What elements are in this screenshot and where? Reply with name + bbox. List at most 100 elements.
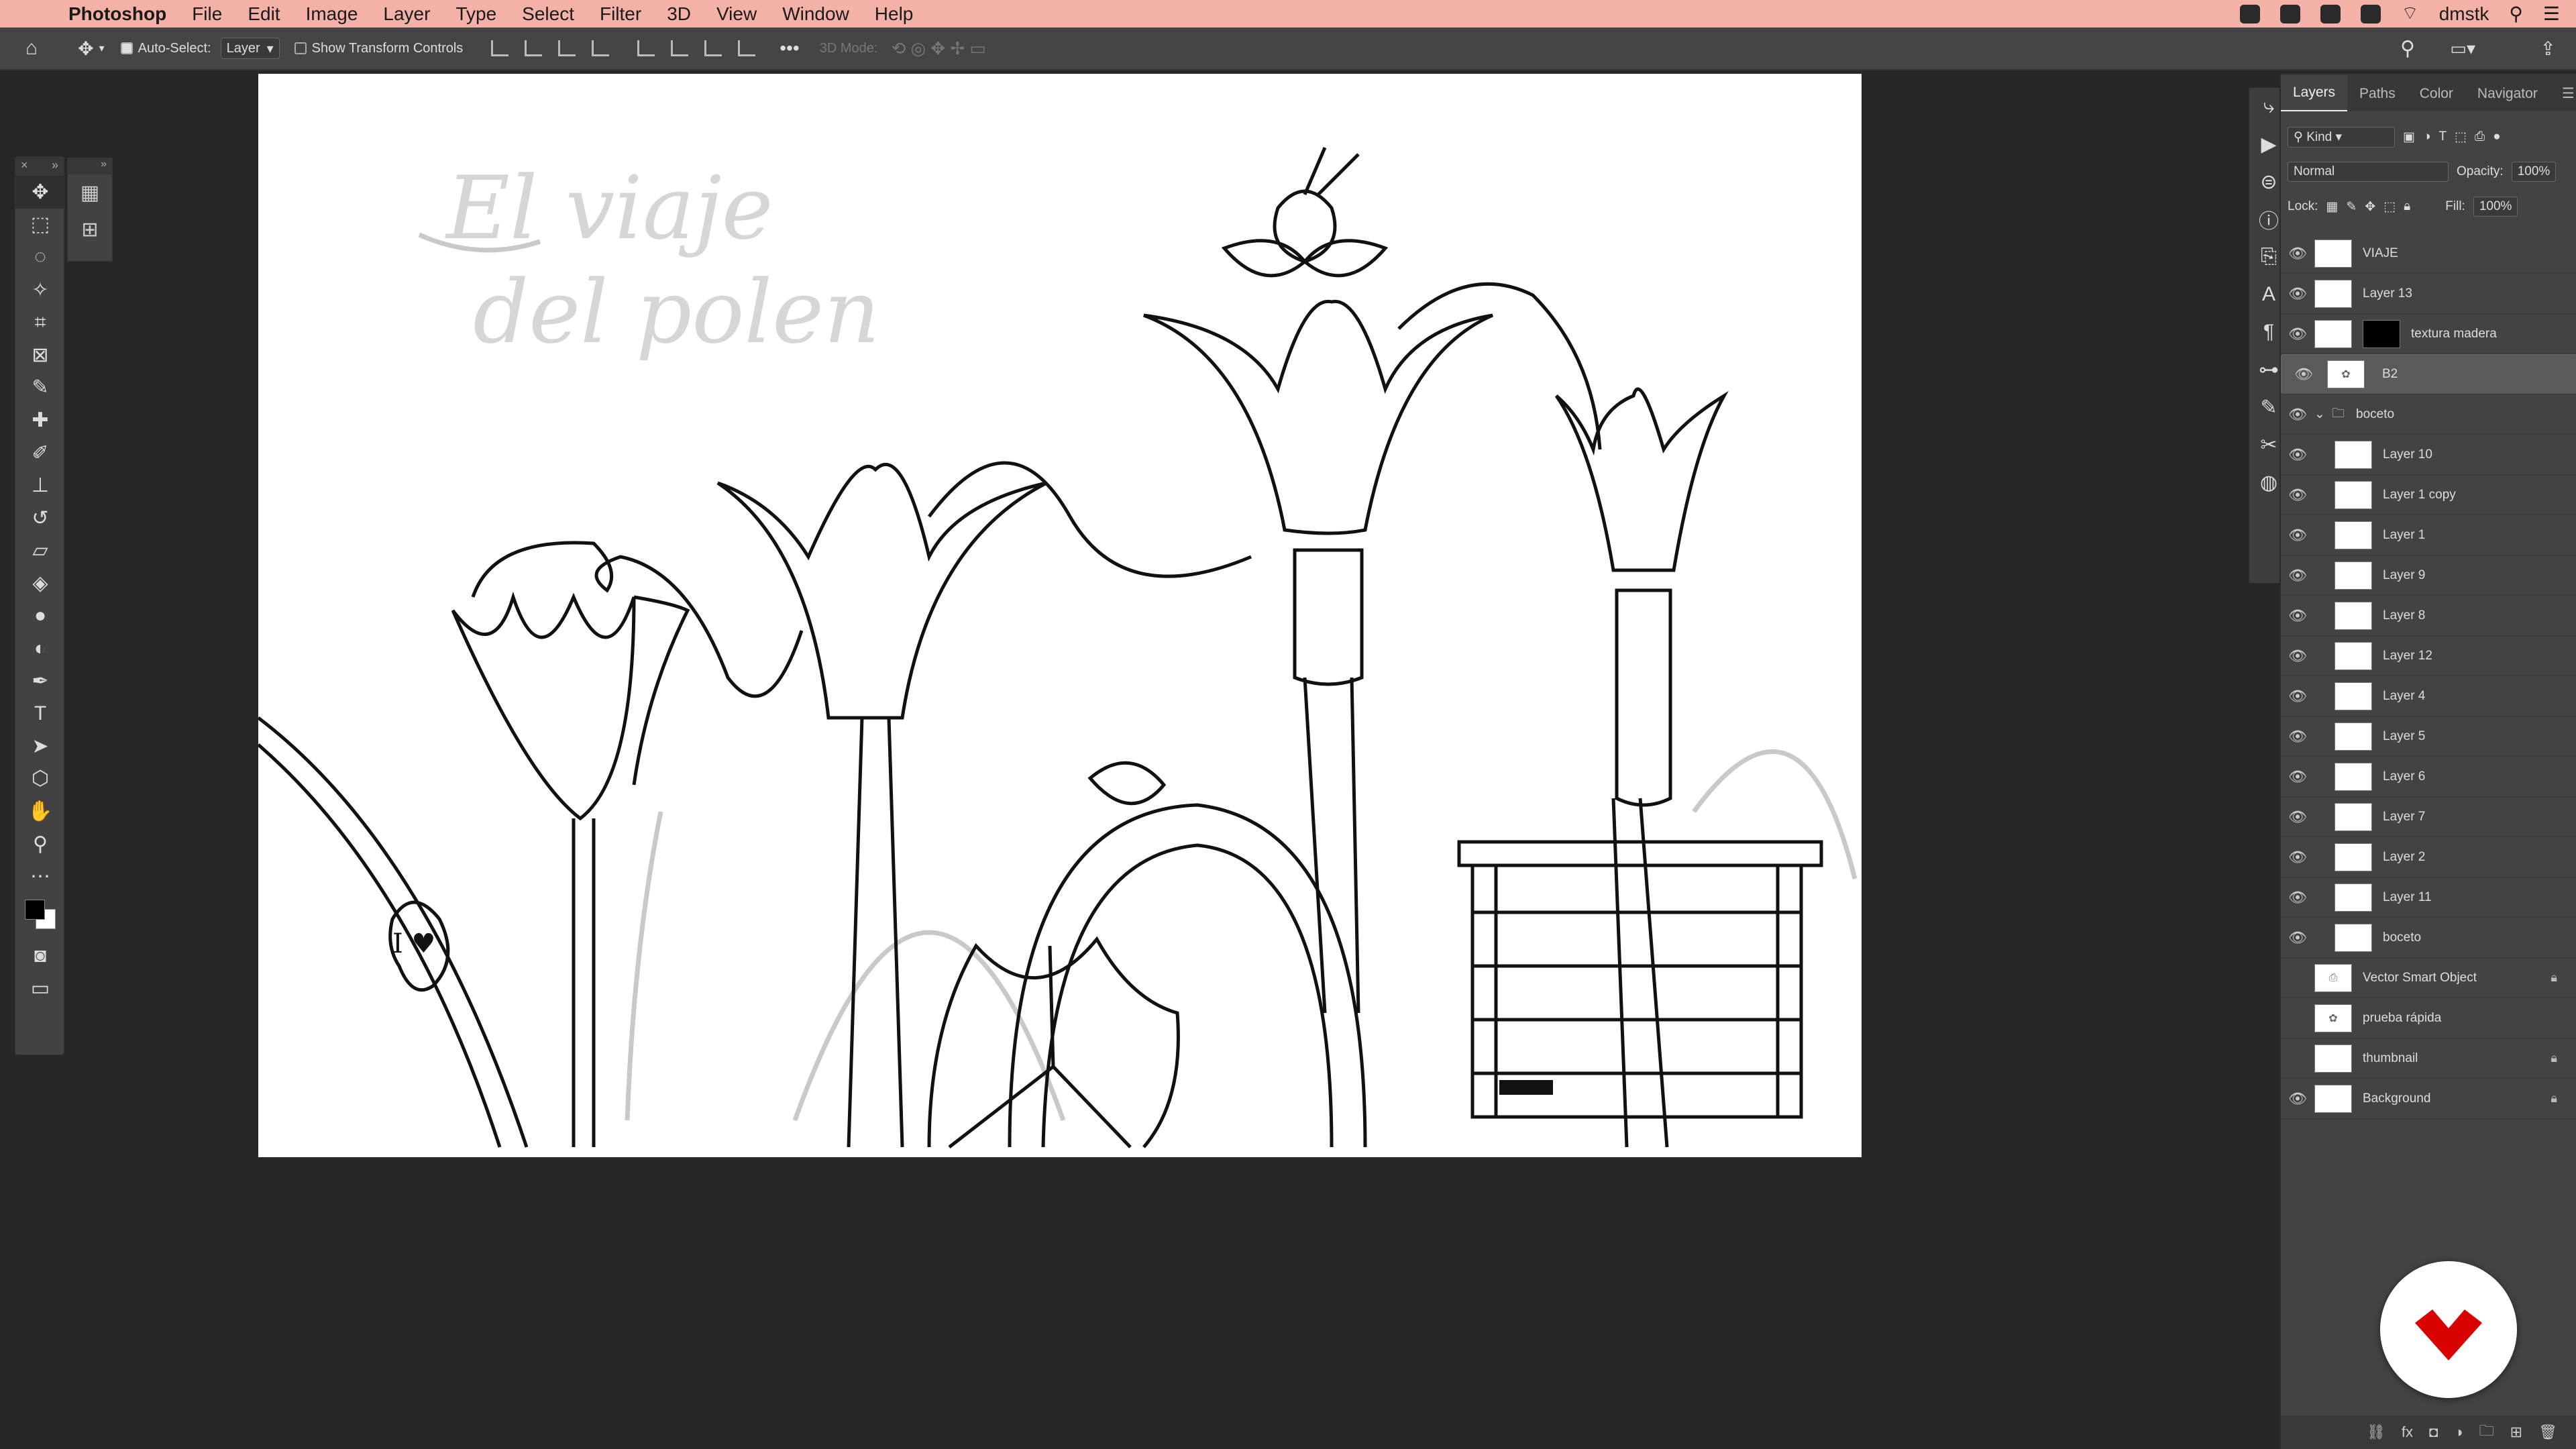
collapse-icon[interactable]: »	[68, 158, 112, 174]
align-top-icon[interactable]	[637, 40, 655, 56]
tools-panel-header[interactable]: ×»	[15, 157, 64, 176]
status-app-icon[interactable]	[2361, 4, 2381, 23]
status-app-icon[interactable]	[2240, 4, 2261, 23]
menu-edit[interactable]: Edit	[248, 3, 280, 25]
paint-bucket-tool[interactable]: ◈	[15, 567, 65, 600]
menu-view[interactable]: View	[716, 3, 757, 25]
layer-row[interactable]: 👁︎ Layer 11	[2281, 877, 2576, 918]
blend-mode-dropdown[interactable]: Normal	[2288, 162, 2449, 182]
magic-wand-tool[interactable]: ✧	[15, 274, 65, 307]
crop-tool[interactable]: ⌗	[15, 306, 65, 339]
menu-file[interactable]: File	[192, 3, 222, 25]
layer-row[interactable]: 👁︎ Layer 1 copy	[2281, 475, 2576, 515]
pen-tool[interactable]: ✒	[15, 665, 65, 698]
eraser-tool[interactable]: ▱	[15, 535, 65, 568]
adjustment-layer-icon[interactable]: ◑	[2454, 1424, 2463, 1441]
new-layer-icon[interactable]: ⊞	[2510, 1424, 2522, 1441]
wifi-icon[interactable]: ⌔	[2401, 2, 2418, 25]
marquee-tool[interactable]: ⬚	[15, 209, 65, 241]
layer-row[interactable]: 👁︎ Layer 7	[2281, 797, 2576, 837]
menu-select[interactable]: Select	[522, 3, 574, 25]
guides-panel-icon[interactable]: ⊞	[68, 211, 112, 248]
collapse-icon[interactable]: »	[52, 158, 58, 174]
layer-style-icon[interactable]: fx	[2402, 1424, 2413, 1441]
layer-row[interactable]: 👁︎ Layer 5	[2281, 716, 2576, 757]
screen-mode-icon[interactable]: ▭	[15, 973, 65, 1006]
filter-type-icon[interactable]: T	[2438, 129, 2447, 144]
lock-all-icon[interactable]: 🔒︎	[2404, 199, 2410, 214]
zoom-tool[interactable]: ⚲	[15, 828, 65, 861]
opacity-field[interactable]: 100%	[2511, 162, 2557, 182]
auto-select-checkbox[interactable]	[120, 42, 133, 54]
brush-tool[interactable]: ✐	[15, 437, 65, 470]
filter-shape-icon[interactable]: ⬚	[2455, 129, 2467, 145]
visibility-eye-icon[interactable]: 👁︎	[2281, 889, 2314, 906]
3d-orbit-icon[interactable]: ⟲ ◎ ✥ ✢ ▭	[891, 38, 986, 59]
menu-layer[interactable]: Layer	[383, 3, 430, 25]
visibility-eye-icon[interactable]: 👁︎	[2281, 849, 2314, 866]
layer-row[interactable]: 👁︎ textura madera	[2281, 314, 2576, 354]
history-brush-tool[interactable]: ↺	[15, 502, 65, 535]
move-tool[interactable]: ✥	[15, 176, 65, 209]
visibility-eye-icon[interactable]: 👁︎	[2281, 768, 2314, 786]
path-selection-tool[interactable]: ➤	[15, 730, 65, 763]
filter-pixel-icon[interactable]: ▣	[2403, 129, 2415, 145]
menu-help[interactable]: Help	[875, 3, 914, 25]
align-middle-icon[interactable]	[671, 40, 689, 56]
hand-tool[interactable]: ✋	[15, 795, 65, 828]
align-right-icon[interactable]	[558, 40, 576, 56]
visibility-eye-icon[interactable]: 👁︎	[2281, 728, 2314, 745]
layer-row[interactable]: 👁︎ Layer 10	[2281, 435, 2576, 475]
layer-row-selected[interactable]: 👁︎ ✿ B2	[2281, 354, 2576, 394]
lock-position-icon[interactable]: ✥	[2365, 199, 2375, 215]
visibility-eye-icon[interactable]: 👁︎	[2287, 366, 2320, 383]
chevron-down-icon[interactable]: ▾	[99, 42, 105, 55]
username[interactable]: dmstk	[2439, 3, 2489, 25]
visibility-eye-icon[interactable]: 👁︎	[2281, 486, 2314, 504]
layer-row[interactable]: 👁︎ Background 🔒︎	[2281, 1079, 2576, 1119]
type-tool[interactable]: T	[15, 698, 65, 731]
color-swatches[interactable]	[15, 893, 65, 940]
align-left-icon[interactable]	[491, 40, 509, 56]
visibility-eye-icon[interactable]: 👁︎	[2281, 929, 2314, 947]
clone-stamp-tool[interactable]: ⊥	[15, 469, 65, 502]
new-group-icon[interactable]: 🗀︎	[2479, 1419, 2494, 1445]
control-center-icon[interactable]: ☰	[2543, 3, 2560, 25]
dodge-tool[interactable]: ◐	[15, 632, 65, 665]
panel-menu-icon[interactable]: ☰	[2550, 85, 2576, 111]
document-canvas[interactable]: El viaje del polen I ♥	[258, 74, 1862, 1157]
auto-select-dropdown[interactable]: Layer ▾	[220, 38, 280, 59]
visibility-eye-icon[interactable]: 👁︎	[2281, 446, 2314, 464]
tab-layers[interactable]: Layers	[2281, 75, 2348, 111]
chevron-down-icon[interactable]: ⌄	[2314, 407, 2332, 422]
layer-row[interactable]: 👁︎ Layer 12	[2281, 636, 2576, 676]
visibility-eye-icon[interactable]: 👁︎	[2281, 527, 2314, 544]
group-row[interactable]: 👁︎ ⌄ 🗀︎ boceto	[2281, 394, 2576, 435]
tab-paths[interactable]: Paths	[2347, 86, 2408, 111]
visibility-eye-icon[interactable]: 👁︎	[2281, 325, 2314, 343]
visibility-eye-icon[interactable]: 👁︎	[2281, 647, 2314, 665]
transform-controls-checkbox[interactable]	[294, 42, 307, 54]
delete-layer-icon[interactable]: 🗑︎	[2538, 1424, 2557, 1441]
layer-row[interactable]: 👁︎ VIAJE	[2281, 233, 2576, 274]
menu-window[interactable]: Window	[782, 3, 849, 25]
visibility-eye-icon[interactable]: 👁︎	[2281, 406, 2314, 423]
menu-3d[interactable]: 3D	[667, 3, 691, 25]
menu-type[interactable]: Type	[455, 3, 496, 25]
grid-panel-icon[interactable]: ▦	[68, 174, 112, 211]
distribute-vertical-icon[interactable]	[738, 40, 756, 56]
home-icon[interactable]: ⌂	[25, 37, 38, 60]
layer-row[interactable]: 👁︎ Layer 8	[2281, 596, 2576, 636]
workspace-icon[interactable]: ▭▾	[2450, 38, 2475, 59]
filter-toggle-icon[interactable]: ●	[2493, 129, 2500, 144]
visibility-eye-icon[interactable]: 👁︎	[2281, 1090, 2314, 1108]
visibility-eye-icon[interactable]: 👁︎	[2281, 808, 2314, 826]
visibility-eye-icon[interactable]: 👁︎	[2281, 567, 2314, 584]
status-app-icon[interactable]	[2280, 4, 2301, 23]
shape-tool[interactable]: ⬡	[15, 763, 65, 796]
share-icon[interactable]: ⇪	[2540, 38, 2556, 60]
healing-brush-tool[interactable]: ✚	[15, 404, 65, 437]
search-icon[interactable]: ⚲	[2400, 37, 2415, 60]
filter-smart-object-icon[interactable]: ⎙	[2475, 129, 2485, 144]
layer-mask-thumbnail[interactable]	[2363, 319, 2400, 348]
